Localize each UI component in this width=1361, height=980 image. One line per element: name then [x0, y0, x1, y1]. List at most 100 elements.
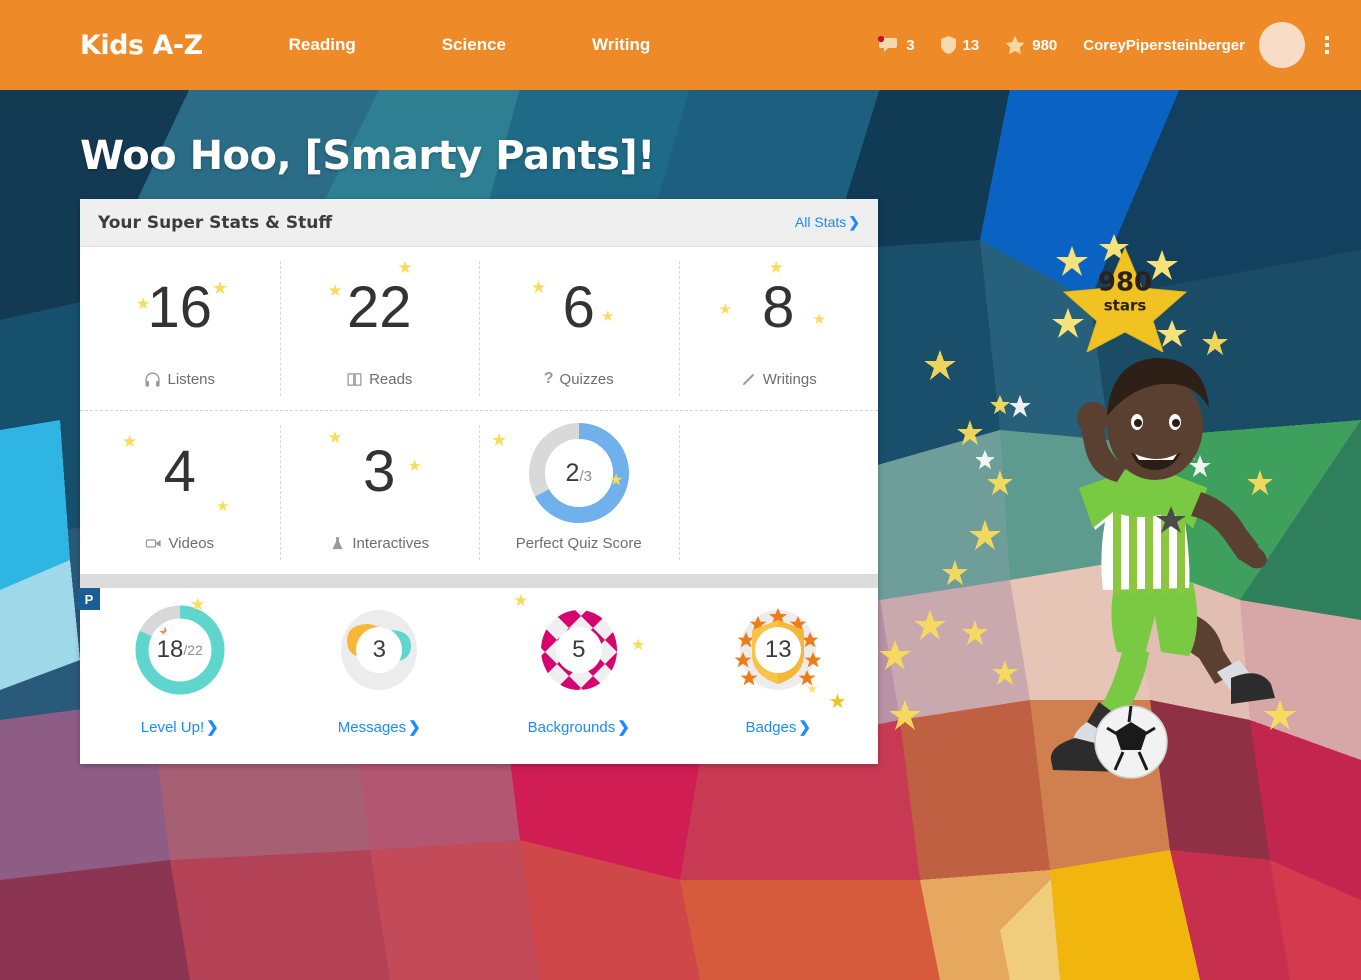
widget-badges[interactable]: ★ ★ 13 Badges ❯	[679, 588, 879, 764]
headphones-icon	[145, 372, 161, 387]
stat-quizzes[interactable]: ★ ★ 6 ? Quizzes	[479, 247, 679, 410]
stat-label: Quizzes	[559, 370, 614, 388]
stats-card: Your Super Stats & Stuff All Stats ❯ ★ ★ …	[78, 199, 879, 764]
messages-link[interactable]: Messages ❯	[280, 718, 480, 736]
stat-label: Listens	[167, 371, 216, 388]
messages-counter[interactable]: 3	[877, 36, 915, 54]
username-label[interactable]: CoreyPipersteinberger	[1083, 37, 1245, 54]
donut-center: 2/3	[544, 439, 613, 507]
all-stats-link[interactable]: All Stats ❯	[795, 214, 860, 231]
star-icon: ★	[212, 278, 229, 298]
level-up-denominator: /22	[183, 642, 203, 658]
star-icon: ★	[513, 591, 529, 610]
chevron-right-icon: ❯	[798, 719, 811, 736]
badges-counter[interactable]: 13	[940, 36, 980, 54]
messages-value: 3	[356, 627, 403, 673]
speech-bubble-icon	[878, 36, 898, 52]
stat-value: 6	[562, 275, 595, 340]
chevron-right-icon: ❯	[617, 719, 630, 736]
avatar[interactable]	[1259, 22, 1305, 68]
quiz-score-fraction: 2/3	[566, 459, 592, 488]
star-icon: ★	[718, 301, 732, 318]
stat-label-row: Reads	[280, 371, 480, 388]
nav-reading[interactable]: Reading	[289, 35, 356, 55]
stat-value: 3	[363, 439, 396, 504]
star-icon: ★	[122, 432, 138, 451]
question-mark-icon: ?	[543, 370, 554, 387]
rewards-widgets-row: P ★ ★ 18/22 Level Up!❯ 3	[78, 588, 879, 764]
stat-label-row: Videos	[80, 535, 280, 552]
backgrounds-link[interactable]: Backgrounds ❯	[479, 718, 679, 736]
stat-value: 4	[163, 439, 196, 504]
chevron-right-icon: ❯	[848, 214, 860, 230]
widget-level-up[interactable]: P ★ ★ 18/22 Level Up!❯	[78, 588, 280, 764]
stat-writings[interactable]: ★ ★ ★ 8 Writings	[678, 247, 879, 410]
stat-label: Interactives	[352, 535, 430, 552]
star-badge-unit: stars	[1103, 296, 1147, 315]
stat-label-row: Listens	[80, 371, 280, 388]
star-icon: ★	[531, 278, 547, 297]
brand-logo[interactable]: Kids A-Z	[80, 30, 203, 61]
stat-videos[interactable]: ★ ★ 4 Videos	[80, 411, 280, 574]
avatar-character-illustration	[1050, 358, 1275, 779]
star-badge-count: 980	[1097, 267, 1153, 298]
stat-value: 22	[346, 275, 412, 340]
premium-tab[interactable]: P	[78, 588, 100, 610]
star-icon: ★	[327, 281, 343, 300]
backgrounds-label: Backgrounds	[527, 719, 616, 736]
level-up-link[interactable]: Level Up! ❯	[80, 718, 280, 736]
book-icon	[347, 373, 362, 386]
stat-listens[interactable]: ★ ★ 16 Listens	[80, 247, 280, 410]
stat-value: 16	[147, 275, 212, 340]
stat-reads[interactable]: ★ ★ 22 Reads	[279, 247, 480, 410]
stat-label-row: Interactives	[280, 535, 480, 552]
star-icon: ★	[397, 258, 413, 277]
main-nav: Reading Science Writing	[289, 35, 737, 55]
stats-card-header: Your Super Stats & Stuff All Stats ❯	[80, 199, 878, 247]
star-icon: ★	[407, 458, 422, 475]
chevron-right-icon: ❯	[206, 719, 219, 736]
level-up-donut: 18/22	[134, 604, 226, 696]
flask-icon	[332, 537, 343, 550]
widget-messages[interactable]: 3 Messages ❯	[280, 588, 480, 764]
star-reward-badge: 980 stars	[1050, 232, 1200, 354]
badges-count: 13	[962, 36, 980, 54]
header-right-cluster: 3 13 980 CoreyPipersteinberger	[877, 22, 1361, 68]
stat-perfect-quiz-score[interactable]: ★ ★ 2/3 Perfect Quiz Score	[479, 411, 679, 574]
pencil-icon	[742, 373, 754, 386]
backgrounds-graphic: 5	[533, 604, 625, 696]
badges-value: 13	[755, 627, 802, 673]
quiz-score-denominator: /3	[579, 467, 592, 485]
stat-value: 8	[762, 275, 795, 340]
star-icon: ★	[812, 311, 826, 328]
star-icon	[1005, 35, 1025, 54]
messages-label: Messages	[337, 719, 407, 736]
stat-interactives[interactable]: ★ ★ 3 Interactives	[279, 411, 480, 574]
section-separator	[80, 574, 878, 588]
top-navigation-bar: Kids A-Z Reading Science Writing 3 13 98…	[0, 0, 1361, 90]
quiz-score-donut: 2/3	[528, 423, 629, 523]
stat-label-row: Perfect Quiz Score	[479, 535, 679, 552]
chevron-right-icon: ❯	[408, 719, 421, 736]
stat-label-row: Writings	[679, 371, 879, 388]
stars-counter[interactable]: 980	[1005, 35, 1058, 55]
messages-graphic: 3	[333, 604, 425, 696]
star-icon: ★	[491, 430, 508, 450]
messages-count: 3	[906, 36, 915, 54]
star-icon: ★	[601, 308, 615, 325]
badges-link[interactable]: Badges ❯	[679, 718, 879, 736]
stars-count: 980	[1032, 36, 1058, 54]
all-stats-label: All Stats	[794, 214, 847, 230]
nav-writing[interactable]: Writing	[592, 35, 650, 55]
stat-label-row: ? Quizzes	[479, 370, 679, 388]
star-icon: ★	[216, 498, 230, 515]
stat-label: Reads	[369, 371, 413, 388]
star-icon: ★	[768, 258, 784, 277]
badges-label: Badges	[745, 719, 797, 736]
stat-empty-cell	[678, 411, 879, 574]
widget-backgrounds[interactable]: ★ ★ 5 Backgrounds ❯	[479, 588, 679, 764]
badges-graphic: 13	[732, 604, 824, 696]
quiz-score-numerator: 2	[565, 458, 580, 487]
kebab-menu-icon[interactable]	[1317, 35, 1337, 56]
nav-science[interactable]: Science	[442, 35, 506, 55]
